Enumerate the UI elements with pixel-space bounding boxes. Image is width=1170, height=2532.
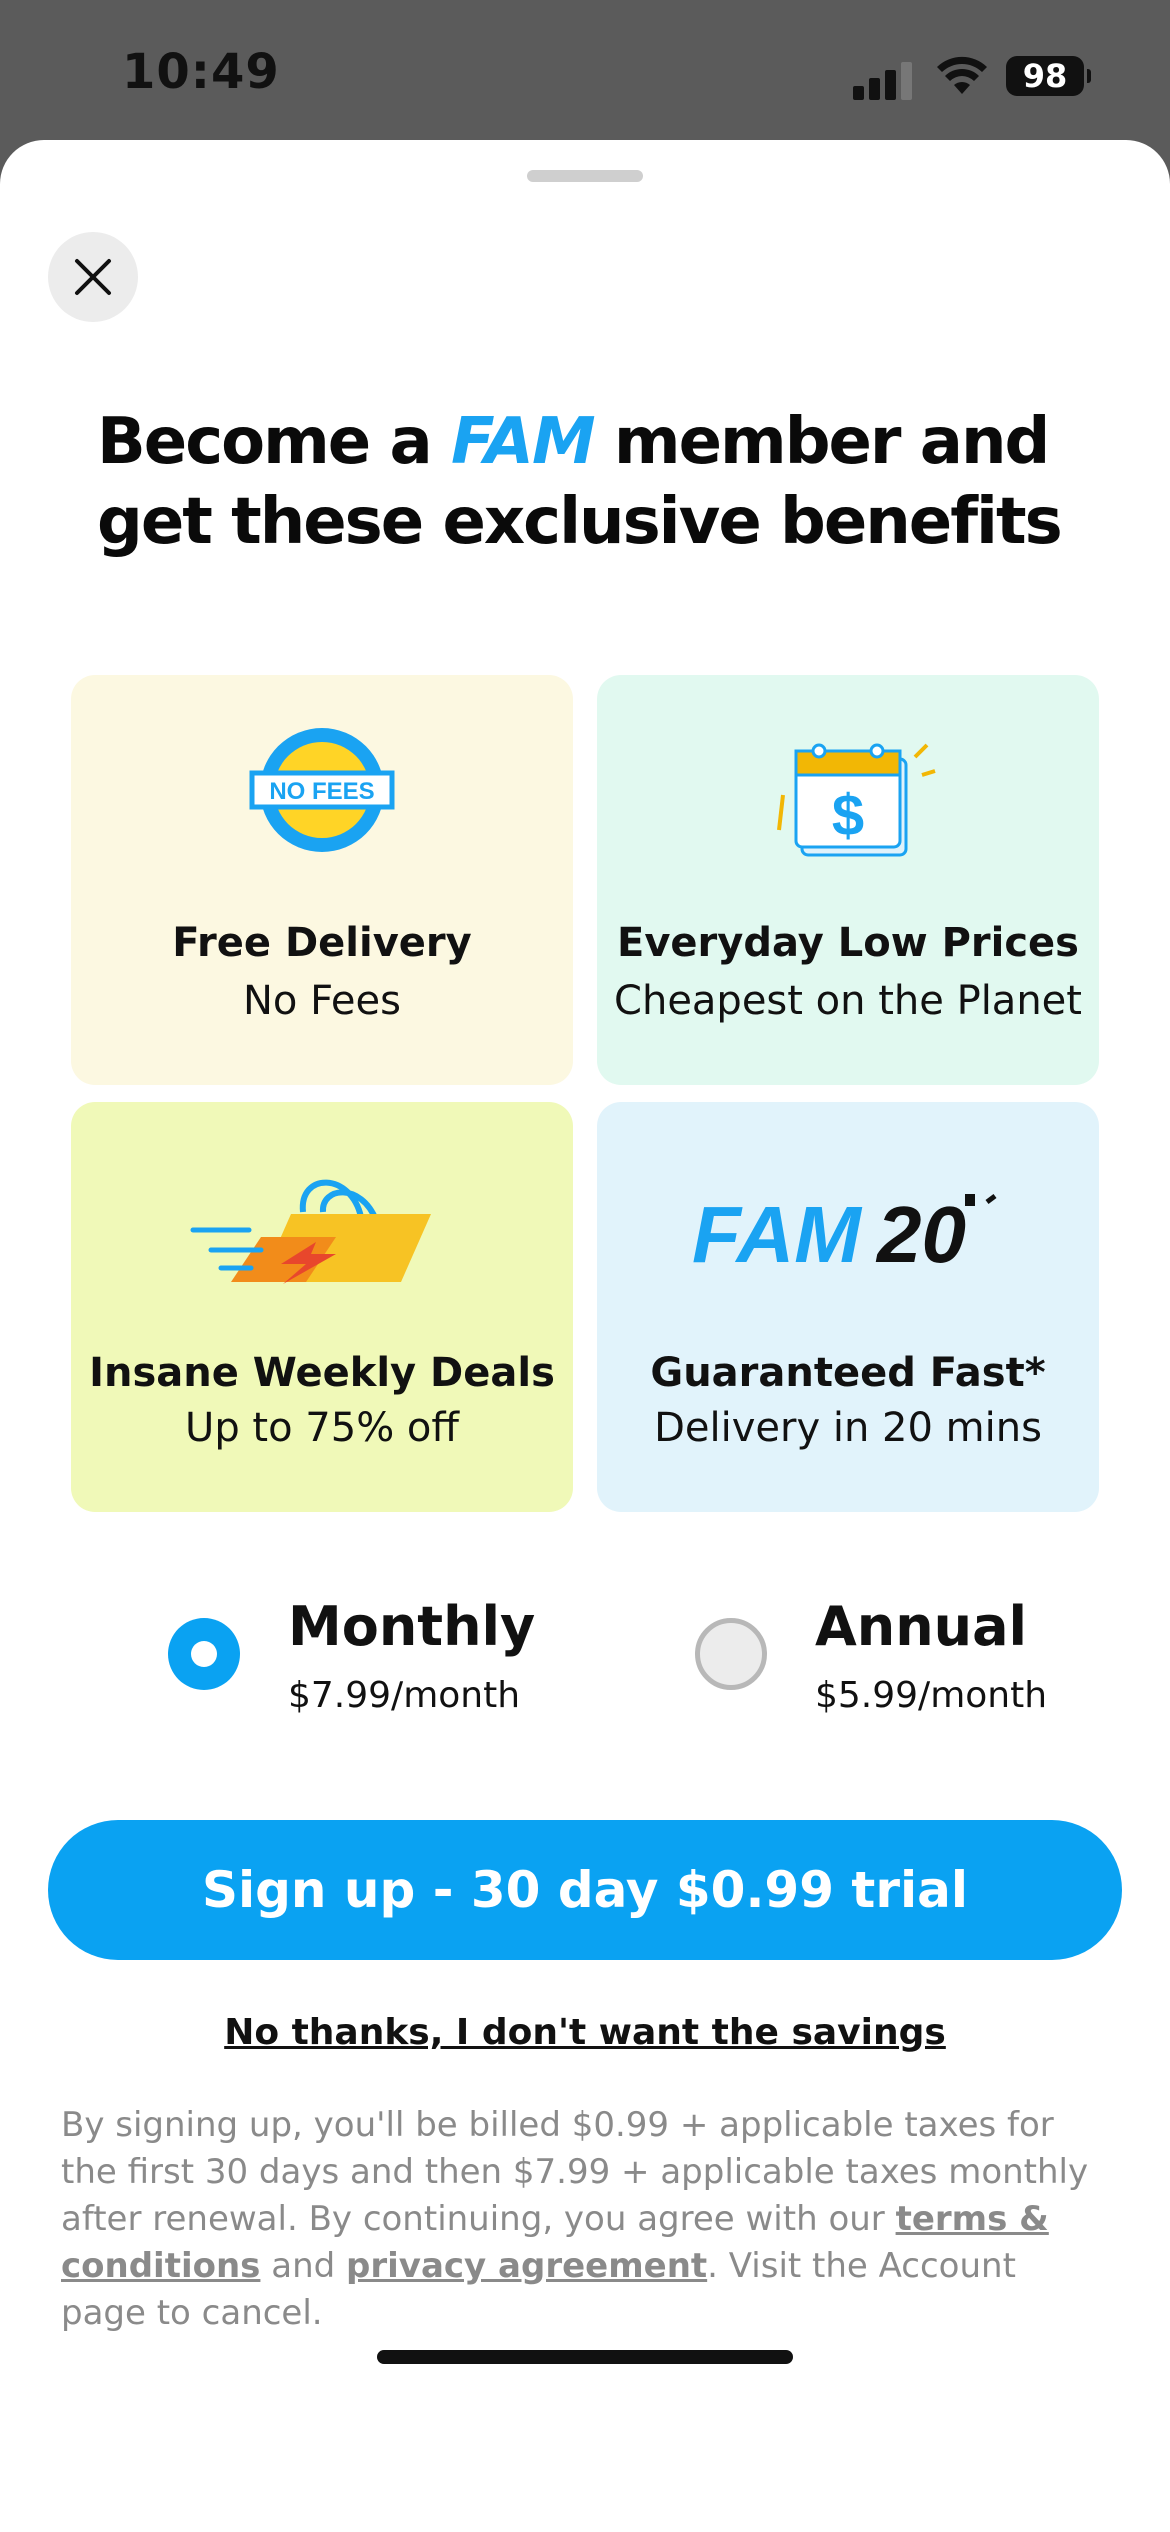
benefit-title: Guaranteed Fast* [650, 1350, 1046, 1396]
brand-name: FAM [450, 405, 596, 479]
benefit-subtitle: Up to 75% off [185, 1405, 459, 1451]
privacy-link[interactable]: privacy agreement [346, 2246, 707, 2286]
price-calendar-icon: $ [777, 743, 936, 857]
plan-label: Annual [815, 1595, 1028, 1658]
plan-price: $5.99/month [815, 1675, 1048, 1716]
sheet-grabber[interactable] [527, 170, 643, 182]
no-fees-icon: NO FEES [249, 728, 395, 852]
close-icon [75, 259, 111, 295]
price-icon-text: $ [832, 783, 864, 848]
legal-disclaimer: By signing up, you'll be billed $0.99 + … [61, 2102, 1111, 2337]
plan-option-monthly[interactable]: Monthly $7.99/month [165, 1595, 565, 1725]
benefit-card-low-prices: $ Everyday Low Prices Cheapest on the Pl… [597, 675, 1099, 1085]
wifi-icon [937, 56, 987, 94]
plan-option-annual[interactable]: Annual $5.99/month [692, 1595, 1092, 1725]
decline-link[interactable]: No thanks, I don't want the savings [0, 2012, 1170, 2053]
status-time: 10:49 [122, 44, 280, 100]
shopping-bag-speed-icon [190, 1179, 431, 1284]
benefit-subtitle: Delivery in 20 mins [654, 1405, 1042, 1451]
radio-selected[interactable] [168, 1618, 240, 1690]
fam20-logo-icon: FAM 20 [692, 1190, 997, 1279]
plan-price: $7.99/month [288, 1675, 521, 1716]
cellular-signal-icon [853, 60, 913, 100]
legal-text: and [260, 2246, 347, 2286]
benefit-title: Everyday Low Prices [617, 920, 1079, 966]
fam-logo-text: FAM [692, 1190, 863, 1279]
headline-part1: Become a [97, 405, 451, 479]
plan-label: Monthly [288, 1595, 536, 1658]
close-button[interactable] [48, 232, 138, 322]
signup-trial-button[interactable]: Sign up - 30 day $0.99 trial [48, 1820, 1122, 1960]
benefit-card-weekly-deals: Insane Weekly Deals Up to 75% off [71, 1102, 573, 1512]
membership-sheet: Become a FAM member and get these exclus… [0, 140, 1170, 2532]
no-fees-icon-text: NO FEES [269, 778, 374, 805]
twenty-logo-text: 20 [875, 1190, 966, 1279]
benefit-card-free-delivery: NO FEES Free Delivery No Fees [71, 675, 573, 1085]
battery-icon: 98 [1006, 56, 1091, 96]
status-bar: 10:49 98 [0, 0, 1170, 150]
benefit-title: Insane Weekly Deals [89, 1350, 555, 1396]
page-title: Become a FAM member and get these exclus… [97, 402, 1077, 562]
benefit-subtitle: No Fees [243, 978, 401, 1024]
radio-unselected[interactable] [695, 1618, 767, 1690]
benefit-title: Free Delivery [172, 920, 472, 966]
home-indicator[interactable] [377, 2350, 793, 2364]
benefit-card-fast-delivery: FAM 20 Guaranteed Fast* Delivery in 20 m… [597, 1102, 1099, 1512]
benefit-subtitle: Cheapest on the Planet [614, 978, 1082, 1024]
